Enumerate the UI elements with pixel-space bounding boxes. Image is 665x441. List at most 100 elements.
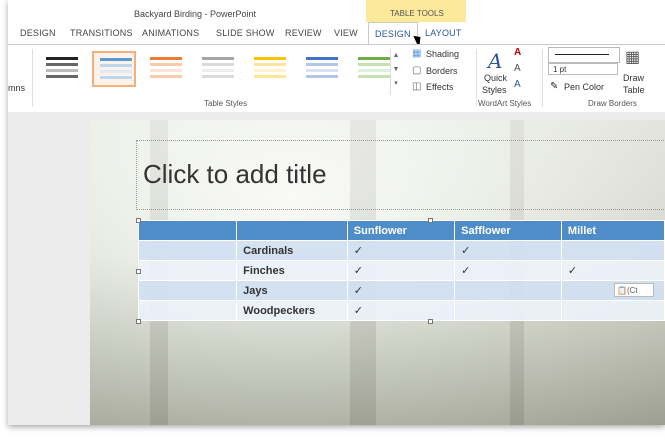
table-cell[interactable] [454,300,562,321]
tab-slide-show[interactable]: SLIDE SHOW [216,28,275,38]
table-cell-bird[interactable]: Finches [236,260,348,281]
table-cell[interactable]: ✓ [346,280,456,301]
tab-design[interactable]: DESIGN [20,28,56,38]
tab-transitions[interactable]: TRANSITIONS [70,28,133,38]
table-cell-bird[interactable]: Cardinals [236,240,348,261]
draw-table-label[interactable]: Draw [623,73,644,83]
pen-style-line [555,54,609,55]
table-cell[interactable] [137,240,238,261]
swatch-header-row [358,57,390,60]
table-row: Woodpeckers ✓ [137,300,665,321]
swatch-row [46,75,78,78]
swatch-header-row [46,57,78,60]
ribbon: mns ▲ ▼ ▾ Table Styles ▦ Shading ▢ Borde… [8,44,665,114]
table-resize-handle[interactable] [136,218,141,223]
table-cell-bird[interactable]: Jays [236,280,348,301]
ribbon-separator [32,49,33,107]
borders-icon: ▢ [412,65,422,76]
table-row: Cardinals ✓ ✓ [137,240,665,261]
gallery-scroll: ▲ ▼ ▾ [390,49,401,95]
swatch-header-row [202,57,234,60]
ribbon-tabs: DESIGN TRANSITIONS ANIMATIONS SLIDE SHOW… [8,22,665,66]
pen-color-icon: ✎ [550,81,559,92]
draw-table-icon[interactable]: ▦ [625,47,640,67]
table-tools-label: TABLE TOOLS [390,9,444,18]
swatch-row [306,63,338,66]
gallery-more-icon[interactable]: ▾ [391,77,401,91]
quick-styles-label[interactable]: Quick [484,73,507,83]
swatch-row [358,63,390,66]
gallery-up-icon[interactable]: ▲ [391,49,401,63]
swatch-row [46,63,78,66]
pen-color-button[interactable]: Pen Color [564,82,604,92]
ribbon-separator [476,49,477,107]
table-cell[interactable] [560,240,665,261]
table-resize-handle[interactable] [428,218,433,223]
pen-style-dropdown[interactable] [548,47,620,63]
header-cell-millet[interactable]: Millet [560,220,665,241]
swatch-row [46,69,78,72]
effects-icon: ◫ [412,81,422,92]
tab-animations[interactable]: ANIMATIONS [142,28,199,38]
gallery-down-icon[interactable]: ▼ [391,63,401,77]
draw-table-label-2[interactable]: Table [623,85,645,95]
swatch-row [254,75,286,78]
swatch-header-row [100,58,132,61]
table-cell[interactable]: ✓ [454,240,562,261]
pen-weight-dropdown[interactable]: 1 pt [548,63,618,75]
wordart-group-label: WordArt Styles [478,99,532,108]
quick-styles-icon[interactable]: A [488,49,502,73]
table-style-swatch[interactable] [248,51,292,87]
table-cell[interactable]: ✓ [346,240,456,261]
title-bar: Backyard Birding - PowerPoint TABLE TOOL… [8,0,665,22]
tab-table-layout[interactable]: LAYOUT [425,28,462,38]
table-style-swatch[interactable] [40,51,84,87]
text-fill-icon[interactable]: A [514,47,521,58]
table-cell[interactable] [560,300,665,321]
table-style-swatch[interactable] [196,51,240,87]
header-cell-sunflower[interactable]: Sunflower [346,220,456,241]
swatch-row [358,69,390,72]
text-effects-icon[interactable]: A [514,79,521,90]
table-cell[interactable]: ✓ [346,300,456,321]
swatch-row [306,75,338,78]
table-cell[interactable] [454,280,562,301]
shading-button[interactable]: Shading [426,49,459,59]
table-cell[interactable]: ✓ [560,260,665,281]
table-style-swatch-selected[interactable] [92,51,136,87]
powerpoint-window: Backyard Birding - PowerPoint TABLE TOOL… [8,0,665,425]
header-cell-blank-2[interactable] [236,220,348,241]
tab-review[interactable]: REVIEW [285,28,322,38]
swatch-row [100,76,132,79]
tab-table-design[interactable]: DESIGN [368,22,418,44]
paste-options-button[interactable]: 📋(Ct [614,283,654,297]
table-resize-handle[interactable] [136,269,141,274]
ribbon-separator [542,49,543,107]
borders-button[interactable]: Borders [426,66,458,76]
header-cell-blank[interactable] [137,220,238,241]
title-placeholder-text: Click to add title [143,159,327,189]
table-header-row: Sunflower Safflower Millet [137,220,665,241]
slide-canvas[interactable]: Click to add title Sunflower Safflower M… [90,120,665,425]
title-placeholder[interactable]: Click to add title [136,140,665,210]
table-style-swatch[interactable] [300,51,344,87]
quick-styles-label-2[interactable]: Styles [482,85,507,95]
table-cell[interactable] [137,260,238,281]
table-cell[interactable]: ✓ [346,260,456,281]
window-title: Backyard Birding - PowerPoint [134,9,257,19]
table-cell-bird[interactable]: Woodpeckers [236,300,348,321]
table-cell[interactable]: ✓ [454,260,562,281]
swatch-row [358,75,390,78]
table-style-swatch[interactable] [144,51,188,87]
slide-table[interactable]: Sunflower Safflower Millet Cardinals ✓ ✓… [137,220,665,321]
swatch-row [150,69,182,72]
tab-view[interactable]: VIEW [334,28,358,38]
table-resize-handle[interactable] [136,319,141,324]
table-resize-handle[interactable] [428,319,433,324]
header-cell-safflower[interactable]: Safflower [454,220,562,241]
table-cell[interactable] [137,300,238,321]
table-cell[interactable] [137,280,238,301]
effects-button[interactable]: Effects [426,82,453,92]
swatch-row [254,69,286,72]
text-outline-icon[interactable]: A [514,63,521,74]
